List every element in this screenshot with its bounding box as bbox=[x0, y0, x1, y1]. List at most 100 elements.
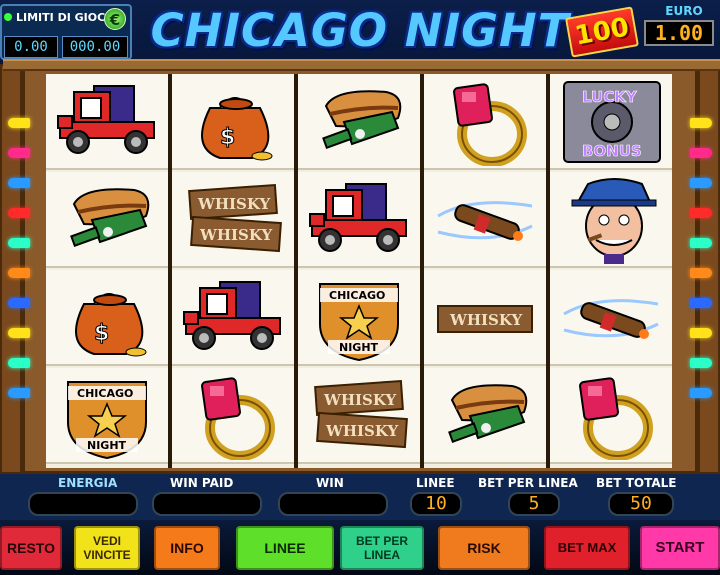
svg-text:NIGHT: NIGHT bbox=[87, 439, 127, 452]
svg-text:WHISKY: WHISKY bbox=[197, 195, 271, 213]
risk-button[interactable]: RISK bbox=[438, 526, 530, 570]
hotdog-bottle-icon bbox=[70, 188, 150, 248]
limit-value-1: 0.00 bbox=[4, 36, 58, 58]
win-label: WIN bbox=[316, 476, 344, 490]
whisky-whisky-sign-symbol: WHISKY WHISKY bbox=[298, 368, 420, 464]
red-car-symbol bbox=[298, 172, 420, 268]
payline-lamp-r-1 bbox=[690, 118, 712, 128]
bonus-badge: 100 bbox=[565, 6, 639, 58]
energia-display bbox=[28, 492, 138, 516]
hotdog-bottle-symbol bbox=[298, 74, 420, 170]
ruby-ring-icon bbox=[201, 377, 275, 460]
money-bag-icon: $ bbox=[201, 97, 273, 161]
chicago-night-badge-icon: CHICAGO NIGHT bbox=[67, 381, 147, 460]
linee-label: LINEE bbox=[416, 476, 455, 490]
payline-lamp-r-10 bbox=[690, 388, 712, 398]
linee-display: 10 bbox=[410, 492, 462, 516]
money-bag-symbol: $ bbox=[46, 270, 168, 366]
lucky-bonus-safe-icon: LUCKY BONUS bbox=[563, 81, 661, 163]
svg-text:CHICAGO: CHICAGO bbox=[329, 289, 385, 302]
payline-lamp-l-4 bbox=[8, 208, 30, 218]
hotdog-bottle-symbol bbox=[46, 172, 168, 268]
button-bar: RESTO VEDI VINCITE INFO LINEE BET PER LI… bbox=[0, 520, 720, 575]
game-title: CHICAGO NIGHT bbox=[150, 4, 570, 57]
svg-text:$: $ bbox=[94, 321, 109, 346]
payline-lamp-l-5 bbox=[8, 238, 30, 248]
whisky-whisky-sign-symbol: WHISKY WHISKY bbox=[172, 172, 294, 268]
payline-lamp-r-6 bbox=[690, 268, 712, 278]
ruby-ring-symbol bbox=[424, 74, 546, 170]
reel-3: CHICAGO NIGHT WHISKY WHISKY bbox=[298, 74, 420, 468]
whisky-whisky-sign-icon: WHISKY WHISKY bbox=[314, 379, 408, 449]
reels-area: $ CHICAGO NIGHT $ WHISKY WHISKY CHICAGO … bbox=[46, 74, 672, 468]
whisky-sign-icon: WHISKY bbox=[437, 305, 533, 333]
ruby-ring-symbol bbox=[550, 368, 672, 464]
red-car-icon bbox=[57, 85, 155, 154]
limit-value-2: 000.00 bbox=[62, 36, 128, 58]
payline-lamp-r-8 bbox=[690, 328, 712, 338]
credit-label: EURO bbox=[665, 4, 703, 18]
money-bag-symbol: $ bbox=[172, 74, 294, 170]
payline-lamp-r-3 bbox=[690, 178, 712, 188]
info-button[interactable]: INFO bbox=[154, 526, 220, 570]
top-bar: LIMITI DI GIOCO € 0.00 000.00 CHICAGO NI… bbox=[0, 0, 720, 68]
win-paid-label: WIN PAID bbox=[170, 476, 234, 490]
payline-lamp-l-9 bbox=[8, 358, 30, 368]
ruby-ring-icon bbox=[453, 83, 527, 166]
payline-lamp-l-3 bbox=[8, 178, 30, 188]
svg-text:WHISKY: WHISKY bbox=[449, 311, 523, 329]
limits-label: LIMITI DI GIOCO bbox=[16, 11, 115, 24]
payline-lamp-r-4 bbox=[690, 208, 712, 218]
vedi-vincite-button[interactable]: VEDI VINCITE bbox=[74, 526, 140, 570]
whisky-whisky-sign-icon: WHISKY WHISKY bbox=[188, 183, 282, 253]
red-car-symbol bbox=[172, 270, 294, 366]
bet-max-button[interactable]: BET MAX bbox=[544, 526, 630, 570]
payline-lamp-r-9 bbox=[690, 358, 712, 368]
svg-text:WHISKY: WHISKY bbox=[323, 391, 397, 409]
resto-button[interactable]: RESTO bbox=[0, 526, 62, 570]
red-car-symbol bbox=[46, 74, 168, 170]
payline-lamp-l-8 bbox=[8, 328, 30, 338]
svg-text:LUCKY: LUCKY bbox=[582, 88, 638, 106]
payline-lamp-r-7 bbox=[690, 298, 712, 308]
svg-text:WHISKY: WHISKY bbox=[325, 422, 399, 440]
hotdog-bottle-symbol bbox=[424, 368, 546, 464]
red-car-icon bbox=[183, 281, 281, 350]
payline-lamp-l-2 bbox=[8, 148, 30, 158]
red-car-icon bbox=[309, 183, 407, 252]
reel-1: $ CHICAGO NIGHT bbox=[46, 74, 168, 468]
linee-button[interactable]: LINEE bbox=[236, 526, 334, 570]
start-button[interactable]: START bbox=[640, 526, 720, 570]
payline-lamp-l-10 bbox=[8, 388, 30, 398]
svg-text:NIGHT: NIGHT bbox=[339, 341, 379, 354]
cigar-icon bbox=[437, 201, 533, 241]
bet-per-linea-button[interactable]: BET PER LINEA bbox=[340, 526, 424, 570]
ruby-ring-symbol bbox=[172, 368, 294, 464]
cigar-symbol bbox=[424, 172, 546, 268]
energia-label: ENERGIA bbox=[58, 476, 118, 490]
credit-value: 1.00 bbox=[644, 20, 714, 46]
play-limits-panel[interactable]: LIMITI DI GIOCO € 0.00 000.00 bbox=[0, 4, 132, 60]
payline-lamp-l-7 bbox=[8, 298, 30, 308]
chicago-night-badge-icon: CHICAGO NIGHT bbox=[319, 283, 399, 362]
bet-per-linea-label: BET PER LINEA bbox=[478, 476, 578, 490]
reel-4: WHISKY bbox=[424, 74, 546, 468]
bet-per-linea-display: 5 bbox=[508, 492, 560, 516]
hotdog-bottle-icon bbox=[322, 90, 402, 150]
cigar-symbol bbox=[550, 270, 672, 366]
svg-text:CHICAGO: CHICAGO bbox=[77, 387, 133, 400]
hotdog-bottle-icon bbox=[448, 384, 528, 444]
svg-text:BONUS: BONUS bbox=[582, 142, 642, 160]
chicago-night-badge-symbol: CHICAGO NIGHT bbox=[46, 368, 168, 464]
whisky-sign-symbol: WHISKY bbox=[424, 270, 546, 366]
frame-beam bbox=[3, 59, 720, 71]
win-paid-display bbox=[152, 492, 262, 516]
status-led-icon bbox=[4, 13, 12, 21]
cigar-icon bbox=[563, 299, 659, 339]
ruby-ring-icon bbox=[579, 377, 653, 460]
payline-lamp-l-1 bbox=[8, 118, 30, 128]
payline-lamp-r-2 bbox=[690, 148, 712, 158]
gangster-face-symbol bbox=[550, 172, 672, 268]
info-bar: ENERGIA WIN PAID WIN LINEE 10 BET PER LI… bbox=[0, 474, 720, 520]
reel-5: LUCKY BONUS bbox=[550, 74, 672, 468]
